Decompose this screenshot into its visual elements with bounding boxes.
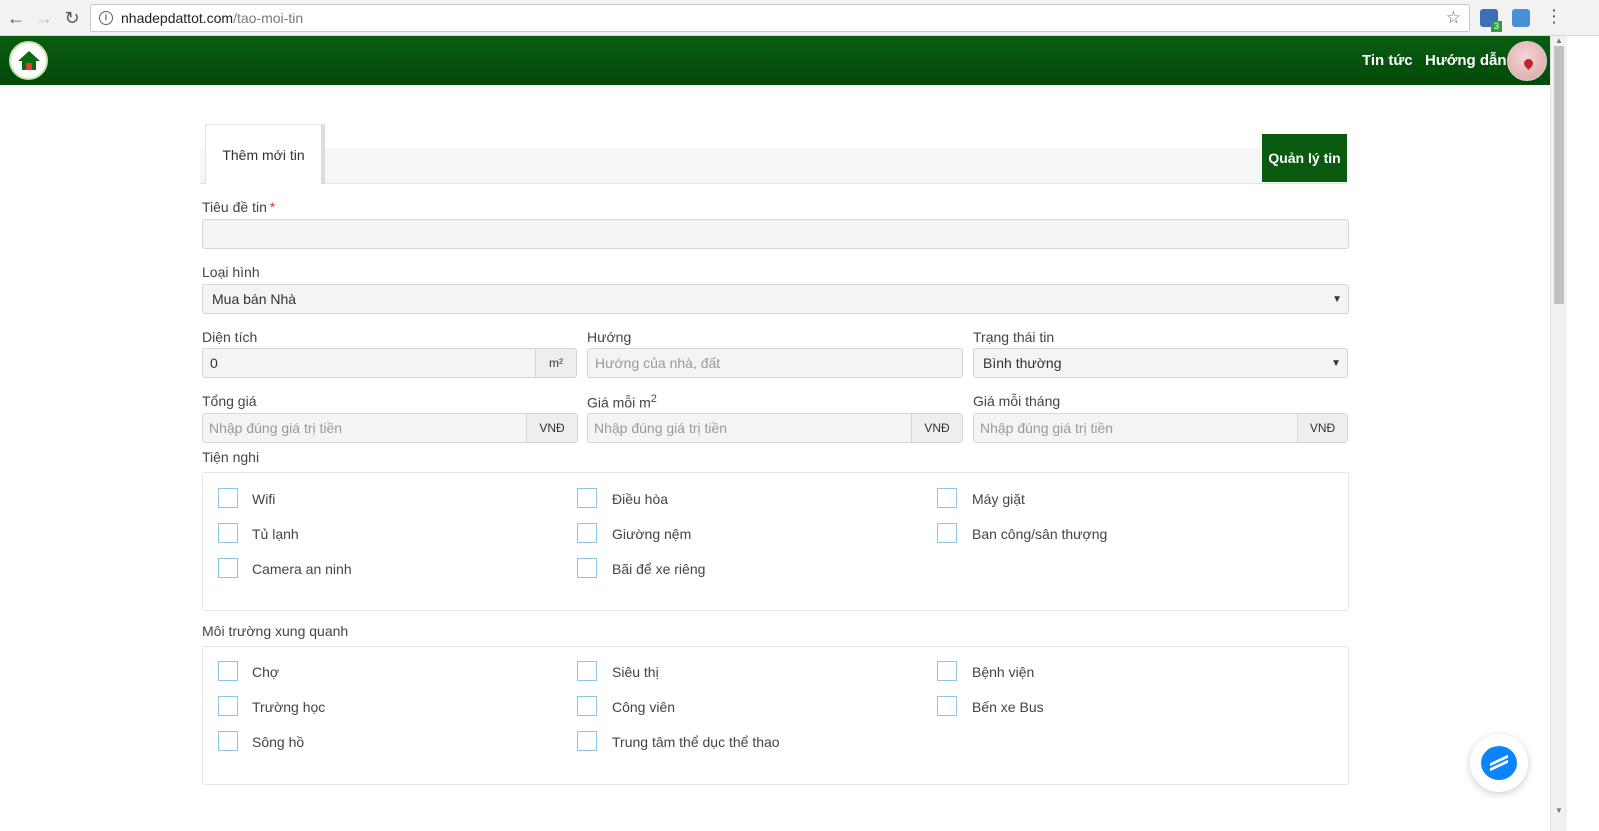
amenities-group xyxy=(202,472,1349,611)
scrollbar-thumb[interactable] xyxy=(1554,46,1564,304)
environment-label-item: Trường học xyxy=(252,699,326,715)
amenity-checkbox[interactable] xyxy=(218,523,238,543)
tabs-bar xyxy=(200,148,1347,184)
monthly-price-currency: VNĐ xyxy=(1297,413,1348,443)
amenity-label: Máy giặt xyxy=(972,491,1025,507)
bookmark-star-icon[interactable]: ☆ xyxy=(1446,8,1461,28)
amenity-checkbox[interactable] xyxy=(577,488,597,508)
area-unit: m² xyxy=(535,348,577,378)
price-per-m2-currency: VNĐ xyxy=(911,413,963,443)
total-price-input[interactable]: Nhập đúng giá trị tiền xyxy=(202,413,527,443)
info-icon[interactable]: i xyxy=(99,11,113,25)
required-mark: * xyxy=(269,199,276,215)
area-input[interactable]: 0 xyxy=(202,348,536,378)
environment-label-item: Sông hồ xyxy=(252,734,305,750)
page-scrollbar[interactable]: ▲ ▼ xyxy=(1550,36,1567,831)
address-bar[interactable]: i nhadepdattot.com/tao-moi-tin ☆ xyxy=(90,4,1470,32)
browser-toolbar: ← → ↻ i nhadepdattot.com/tao-moi-tin ☆ 3… xyxy=(0,0,1599,36)
extension-icon[interactable] xyxy=(1512,9,1530,27)
amenity-checkbox[interactable] xyxy=(937,523,957,543)
forward-icon[interactable]: → xyxy=(32,6,56,30)
title-label-text: Tiêu đề tin xyxy=(202,199,267,215)
amenity-checkbox[interactable] xyxy=(577,523,597,543)
manage-posts-button[interactable]: Quản lý tin xyxy=(1262,134,1347,182)
scroll-down-icon[interactable]: ▼ xyxy=(1555,806,1563,815)
environment-label-item: Trung tâm thể dục thể thao xyxy=(612,734,780,750)
environment-label-item: Bệnh viện xyxy=(972,664,1035,680)
browser-menu-icon[interactable]: ⋮ xyxy=(1545,6,1563,27)
amenity-label: Bãi để xe riêng xyxy=(612,561,706,577)
amenities-label: Tiện nghi xyxy=(202,449,260,465)
title-input[interactable] xyxy=(202,219,1349,249)
amenity-checkbox[interactable] xyxy=(937,488,957,508)
nav-link-news[interactable]: Tin tức xyxy=(1362,52,1413,69)
environment-checkbox[interactable] xyxy=(218,731,238,751)
environment-checkbox[interactable] xyxy=(937,696,957,716)
chevron-down-icon: ▼ xyxy=(1331,358,1341,369)
environment-checkbox[interactable] xyxy=(577,731,597,751)
amenity-label: Ban công/sân thượng xyxy=(972,526,1108,542)
environment-label-item: Chợ xyxy=(252,664,280,680)
amenity-checkbox[interactable] xyxy=(218,488,238,508)
site-header xyxy=(0,36,1550,85)
status-label: Trạng thái tin xyxy=(973,329,1055,345)
environment-checkbox[interactable] xyxy=(218,661,238,681)
url-path: /tao-moi-tin xyxy=(233,10,304,26)
right-margin xyxy=(1567,36,1599,831)
url-text: nhadepdattot.com/tao-moi-tin xyxy=(121,10,303,26)
extension-badge: 3 xyxy=(1491,21,1502,32)
monthly-price-label: Giá mỗi tháng xyxy=(973,393,1061,409)
amenity-checkbox[interactable] xyxy=(218,558,238,578)
status-select[interactable]: Bình thường ▼ xyxy=(973,348,1348,378)
title-label: Tiêu đề tin * xyxy=(202,199,275,215)
environment-label-item: Bến xe Bus xyxy=(972,699,1044,715)
environment-checkbox[interactable] xyxy=(937,661,957,681)
area-label: Diện tích xyxy=(202,329,258,345)
messenger-icon xyxy=(1481,746,1517,780)
environment-label: Môi trường xung quanh xyxy=(202,623,349,639)
house-icon xyxy=(17,50,40,71)
amenity-label: Giường nệm xyxy=(612,526,692,542)
amenity-label: Camera an ninh xyxy=(252,561,352,577)
total-price-label: Tổng giá xyxy=(202,393,257,409)
direction-label: Hướng xyxy=(587,329,632,345)
site-logo[interactable] xyxy=(9,41,48,80)
environment-checkbox[interactable] xyxy=(577,661,597,681)
chevron-down-icon: ▼ xyxy=(1332,294,1342,305)
total-price-currency: VNĐ xyxy=(526,413,578,443)
tab-create-post[interactable]: Thêm mới tin xyxy=(205,124,325,184)
messenger-chat-button[interactable] xyxy=(1470,734,1528,792)
amenity-label: Điều hòa xyxy=(612,491,669,507)
environment-group xyxy=(202,646,1349,785)
monthly-price-input[interactable]: Nhập đúng giá trị tiền xyxy=(973,413,1298,443)
extension-code-icon[interactable]: 3 xyxy=(1480,9,1502,32)
price-per-m2-label: Giá mỗi m2 xyxy=(587,393,657,411)
type-select-value: Mua bán Nhà xyxy=(212,291,297,307)
reload-icon[interactable]: ↻ xyxy=(60,6,84,30)
map-pin-icon xyxy=(1522,57,1535,70)
avatar[interactable] xyxy=(1507,41,1547,81)
price-per-m2-input[interactable]: Nhập đúng giá trị tiền xyxy=(587,413,912,443)
environment-checkbox[interactable] xyxy=(218,696,238,716)
amenity-label: Tủ lạnh xyxy=(252,526,299,542)
amenity-checkbox[interactable] xyxy=(577,558,597,578)
back-icon[interactable]: ← xyxy=(4,6,28,30)
amenity-label: Wifi xyxy=(252,491,276,507)
type-label: Loại hình xyxy=(202,264,260,280)
price-per-m2-label-text: Giá mỗi m xyxy=(587,394,651,411)
environment-label-item: Siêu thị xyxy=(612,664,659,680)
environment-checkbox[interactable] xyxy=(577,696,597,716)
url-domain: nhadepdattot.com xyxy=(121,10,234,26)
type-select[interactable]: Mua bán Nhà ▼ xyxy=(202,284,1349,314)
nav-link-guide[interactable]: Hướng dẫn xyxy=(1425,52,1507,69)
scroll-up-icon[interactable]: ▲ xyxy=(1555,36,1563,45)
status-select-value: Bình thường xyxy=(983,355,1062,371)
environment-label-item: Công viên xyxy=(612,699,676,715)
direction-input[interactable]: Hướng của nhà, đất xyxy=(587,348,963,378)
price-per-m2-label-sup: 2 xyxy=(650,393,657,405)
